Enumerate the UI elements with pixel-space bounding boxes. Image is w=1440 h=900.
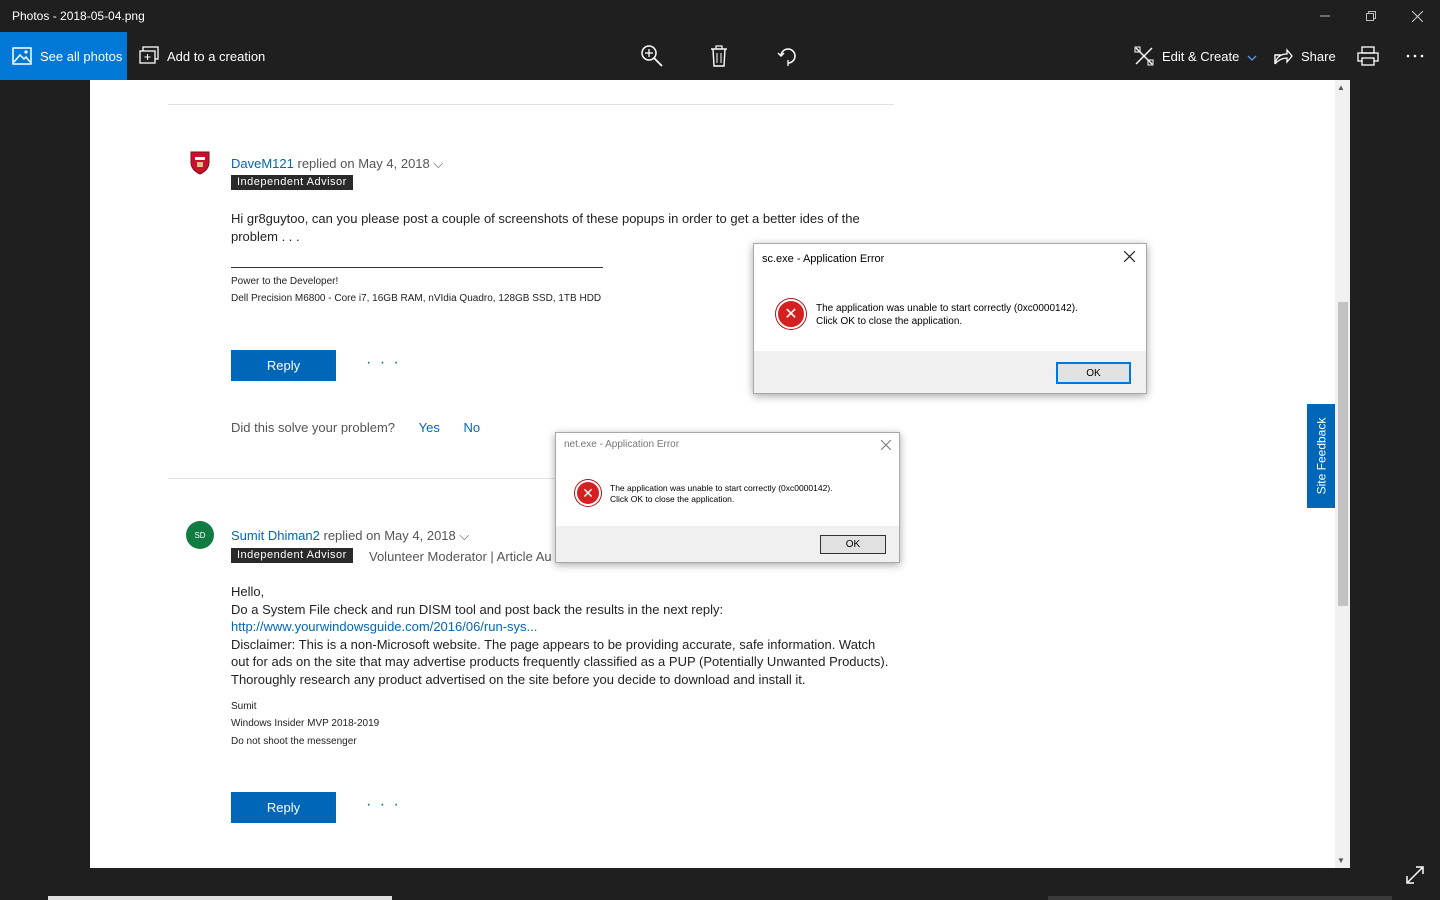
signature-divider	[231, 267, 603, 268]
net-error-dialog: net.exe - Application Error ✕ The applic…	[555, 432, 900, 563]
more-options-button[interactable]	[1406, 32, 1424, 80]
dialog-message: The application was unable to start corr…	[610, 483, 833, 505]
delete-button[interactable]	[709, 32, 729, 80]
title-bar: Photos - 2018-05-04.png	[0, 0, 1440, 32]
see-all-photos-button[interactable]: See all photos	[0, 32, 127, 80]
dialog-close-button[interactable]	[880, 437, 892, 454]
site-feedback-tab[interactable]: Site Feedback	[1307, 404, 1335, 508]
post-body-line: problem . . .	[231, 229, 300, 244]
dialog-message-line: Click OK to close the application.	[816, 316, 963, 327]
dialog-message-line: The application was unable to start corr…	[816, 303, 1078, 314]
no-link[interactable]: No	[464, 420, 481, 435]
dialog-close-button[interactable]	[1123, 249, 1136, 266]
dialog-title: net.exe - Application Error	[564, 439, 680, 450]
chevron-down-icon	[1247, 49, 1257, 64]
signature-line: Power to the Developer!	[231, 276, 339, 287]
post-body-line: Hi gr8guytoo, can you please post a coup…	[231, 211, 860, 226]
site-feedback-label: Site Feedback	[1314, 417, 1328, 495]
trash-icon	[709, 45, 729, 67]
restore-icon	[1366, 11, 1376, 21]
post-body-line: Do a System File check and run DISM tool…	[231, 602, 724, 617]
add-to-creation-label: Add to a creation	[167, 48, 266, 64]
error-icon: ✕	[575, 480, 601, 506]
rotate-button[interactable]	[777, 32, 799, 80]
rotate-icon	[777, 45, 799, 67]
close-icon	[1123, 250, 1136, 263]
share-label: Share	[1301, 48, 1336, 64]
arsenal-crest-icon	[190, 151, 210, 175]
photos-toolbar: See all photos Add to a creation Edit & …	[0, 32, 1440, 80]
share-button[interactable]: Share	[1273, 32, 1336, 80]
post-author-line: DaveM121 replied on May 4, 2018 ⌵	[231, 156, 443, 172]
window-title: Photos - 2018-05-04.png	[12, 9, 145, 23]
add-creation-icon	[139, 46, 159, 66]
sc-error-dialog: sc.exe - Application Error ✕ The applica…	[753, 243, 1147, 394]
error-icon: ✕	[776, 299, 806, 329]
photo-canvas: DaveM121 replied on May 4, 2018 ⌵ Indepe…	[90, 80, 1350, 868]
guide-link[interactable]: http://www.yourwindowsguide.com/2016/06/…	[231, 618, 537, 636]
zoom-in-icon	[640, 44, 664, 68]
close-button[interactable]	[1394, 0, 1440, 32]
avatar: SD	[186, 521, 214, 549]
more-actions-button[interactable]: · · ·	[366, 354, 401, 372]
more-icon	[1406, 54, 1424, 58]
yes-link[interactable]: Yes	[419, 420, 440, 435]
author-link[interactable]: DaveM121	[231, 156, 294, 171]
filmstrip-indicator	[1048, 896, 1392, 900]
chevron-down-icon[interactable]: ⌵	[459, 528, 469, 543]
close-icon	[880, 439, 892, 451]
minimize-button[interactable]	[1302, 0, 1348, 32]
post-body-line: out for ads on the site that may adverti…	[231, 654, 889, 669]
see-all-photos-label: See all photos	[40, 48, 123, 64]
post-author-line: Sumit Dhiman2 replied on May 4, 2018 ⌵	[231, 528, 469, 544]
signature-line: Dell Precision M6800 - Core i7, 16GB RAM…	[231, 293, 602, 304]
edit-create-icon	[1134, 46, 1154, 66]
filmstrip-indicator	[48, 896, 392, 900]
printer-icon	[1357, 46, 1379, 66]
restore-button[interactable]	[1348, 0, 1394, 32]
ok-button[interactable]: OK	[820, 535, 886, 554]
author-link[interactable]: Sumit Dhiman2	[231, 528, 320, 543]
chevron-down-icon[interactable]: ⌵	[433, 156, 443, 171]
reply-date: replied on May 4, 2018	[297, 156, 430, 171]
zoom-button[interactable]	[640, 32, 664, 80]
edit-create-label: Edit & Create	[1162, 48, 1240, 64]
status-badge: Independent Advisor	[231, 548, 353, 563]
solve-question-row: Did this solve your problem? Yes No	[231, 420, 480, 435]
dialog-message-line: Click OK to close the application.	[610, 494, 735, 504]
close-icon	[1411, 10, 1423, 22]
dialog-title: sc.exe - Application Error	[762, 253, 885, 265]
dialog-message: The application was unable to start corr…	[816, 302, 1078, 328]
scroll-down-arrow-icon[interactable]: ▼	[1337, 856, 1345, 865]
print-button[interactable]	[1357, 32, 1379, 80]
dialog-message-line: The application was unable to start corr…	[610, 483, 833, 493]
post-body-line: Disclaimer: This is a non-Microsoft webs…	[231, 637, 876, 652]
avatar	[186, 148, 214, 176]
reply-button[interactable]: Reply	[231, 350, 336, 381]
minimize-icon	[1320, 15, 1330, 17]
share-icon	[1273, 46, 1293, 66]
post-body-line: Thoroughly research any product advertis…	[231, 672, 806, 687]
scrollbar-thumb[interactable]	[1338, 302, 1348, 606]
edit-create-button[interactable]: Edit & Create	[1134, 32, 1257, 80]
reply-button[interactable]: Reply	[231, 792, 336, 823]
ok-button[interactable]: OK	[1056, 362, 1131, 384]
divider	[168, 104, 894, 105]
scroll-up-arrow-icon[interactable]: ▲	[1337, 83, 1345, 92]
full-screen-icon[interactable]	[1404, 864, 1426, 891]
status-badge: Independent Advisor	[231, 175, 353, 190]
signature-line: Do not shoot the messenger	[231, 736, 357, 747]
add-to-creation-button[interactable]: Add to a creation	[139, 32, 265, 80]
reply-date: replied on May 4, 2018	[323, 528, 456, 543]
user-roles: Volunteer Moderator | Article Au	[369, 549, 552, 564]
post-body-line: Hello,	[231, 584, 265, 599]
photo-gallery-icon	[12, 46, 32, 66]
more-actions-button[interactable]: · · ·	[366, 796, 401, 814]
signature-line: Windows Insider MVP 2018-2019	[231, 718, 380, 729]
signature-line: Sumit	[231, 701, 257, 712]
solve-question: Did this solve your problem?	[231, 420, 396, 435]
